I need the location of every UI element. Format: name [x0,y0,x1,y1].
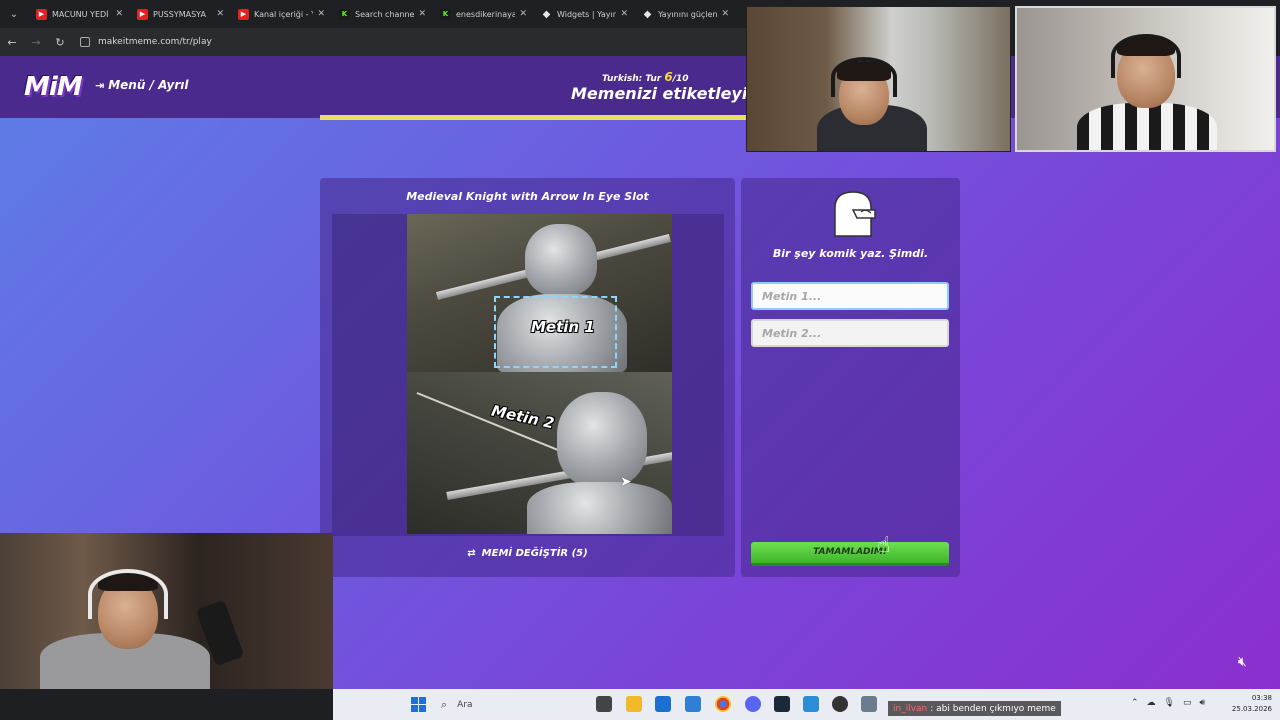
back-icon[interactable]: ← [0,36,24,49]
taskbar-date: 25.03.2026 [1231,705,1272,713]
forward-icon[interactable]: → [24,36,48,49]
hand-pointer-icon: ☝ [877,533,891,558]
browser-tab[interactable]: K Search channel ✕ [331,0,432,28]
browser-tab[interactable]: ◆ Yayınını güçlen ✕ [634,0,735,28]
close-tab-icon[interactable]: ✕ [216,9,224,19]
browser-tab[interactable]: K enesdikerinaya ✕ [432,0,533,28]
kick-icon: K [440,8,451,20]
webcam-overlay-right [1015,6,1276,152]
task-view-icon[interactable] [596,696,612,712]
round-title: Memenizi etiketleyin [571,84,759,103]
caption-input-2[interactable] [751,319,949,347]
youtube-icon: ▶ [238,8,249,20]
file-explorer-icon[interactable] [626,696,642,712]
webcam-person-shirt [1077,103,1217,150]
close-tab-icon[interactable]: ✕ [620,9,628,19]
knight-armor-graphic [527,482,672,534]
store-icon[interactable] [655,696,671,712]
steam-icon[interactable] [774,696,790,712]
round-current: 6 [664,70,673,84]
tab-title: Yayınını güçlen [658,9,718,19]
meme-panel: Medieval Knight with Arrow In Eye Slot M… [320,178,735,577]
stream-chat-message: in_ilvan : abi benden çıkmıyo meme [888,701,1061,716]
webcam-overlay-bottom [0,533,333,689]
obs-icon[interactable] [832,696,848,712]
browser-tab[interactable]: ◆ Widgets | Yayın ✕ [533,0,634,28]
headset-icon [1111,34,1181,78]
game-logo[interactable]: MiM [24,72,83,102]
exit-icon: ⇥ [95,78,105,92]
system-tray-icons[interactable]: ⌃☁🎙▭🔊︎ [1131,698,1213,708]
tab-title: PUSSYMASYA [153,9,206,19]
player-avatar-icon [834,191,876,237]
chat-username: in_ilvan [893,703,928,714]
browser-tab[interactable]: ▶ PUSSYMASYA ✕ [129,0,230,28]
search-icon: ⌕ [441,697,448,711]
close-tab-icon[interactable]: ✕ [519,9,527,19]
chrome-icon[interactable] [715,696,731,712]
browser-tab[interactable]: ▶ MACUNU YEDİ ✕ [28,0,129,28]
youtube-icon: ▶ [137,8,148,20]
site-info-icon[interactable] [80,37,90,47]
meme-image-bottom-panel: Metin 2 [407,372,672,534]
change-meme-label: MEMİ DEĞİŞTİR (5) [481,548,588,559]
tab-title: Widgets | Yayın [557,9,617,19]
knight-helmet-graphic [525,224,597,296]
settings-icon[interactable] [861,696,877,712]
taskbar-search-placeholder: Ara [457,699,473,710]
url-field[interactable]: makeitmeme.com/tr/play [98,37,212,47]
round-info: Turkish: Tur 6/10 [602,70,689,84]
menu-leave-label: Menü / Ayrıl [108,78,189,92]
reload-icon[interactable]: ↻ [48,36,72,49]
meme-image: Metin 1 Metin 2 [407,214,672,534]
timer-progress-fill [320,115,746,120]
meme-label-1: Metin 1 [531,318,595,336]
round-total: /10 [672,74,689,84]
tab-title: Search channel [355,9,415,19]
caption-prompt: Bir şey komik yaz. Şimdi. [772,247,929,260]
taskbar-search[interactable]: ⌕ Ara [441,695,581,714]
headset-icon [88,569,168,619]
tab-title: MACUNU YEDİ [52,9,109,19]
youtube-icon: ▶ [36,8,47,20]
windows-start-icon[interactable] [411,697,426,712]
mouse-cursor-icon: ➤ [620,474,632,490]
chat-text: : abi benden çıkmıyo meme [930,703,1056,714]
taskbar-clock[interactable]: 03:38 25.03.2026 [1232,693,1272,715]
tab-title: enesdikerinaya [456,9,516,19]
notes-icon[interactable] [803,696,819,712]
webcam-overlay-left [746,6,1011,152]
close-tab-icon[interactable]: ✕ [418,9,426,19]
change-meme-button[interactable]: ⇄ MEMİ DEĞİŞTİR (5) [320,548,735,559]
streamelements-icon: ◆ [542,8,551,20]
swap-icon: ⇄ [467,548,476,559]
streamelements-icon: ◆ [643,8,652,20]
tab-title: Kanal içeriği - Y [254,9,314,19]
timer-progress-bar [320,115,746,120]
meme-title: Medieval Knight with Arrow In Eye Slot [406,190,649,203]
close-tab-icon[interactable]: ✕ [115,9,123,19]
caption-input-panel: Bir şey komik yaz. Şimdi. TAMAMLADIM! [741,178,960,577]
app-icon[interactable] [685,696,701,712]
meme-image-top-panel: Metin 1 [407,214,672,374]
kick-icon: K [339,8,350,20]
close-tab-icon[interactable]: ✕ [317,9,325,19]
taskbar-time: 03:38 [1251,694,1272,702]
caption-input-1[interactable] [751,282,949,310]
close-tab-icon[interactable]: ✕ [721,9,729,19]
browser-address-bar: ← → ↻ makeitmeme.com/tr/play [0,28,746,56]
windows-taskbar: ⌕ Ara in_ilvan : abi benden çıkmıyo meme… [333,689,1280,720]
tab-search-dropdown-icon[interactable]: ⌄ [0,0,28,28]
done-button[interactable]: TAMAMLADIM! [751,542,949,566]
sound-muted-icon[interactable]: 🔇︎ [1238,654,1247,670]
headset-icon [831,57,897,97]
round-label: Turkish: Tur [602,74,662,84]
discord-icon[interactable] [745,696,761,712]
menu-leave-link[interactable]: ⇥ Menü / Ayrıl [95,78,189,92]
browser-tab[interactable]: ▶ Kanal içeriği - Y ✕ [230,0,331,28]
knight-helmet-graphic [557,392,647,487]
meme-preview-area: Metin 1 Metin 2 [332,214,724,536]
